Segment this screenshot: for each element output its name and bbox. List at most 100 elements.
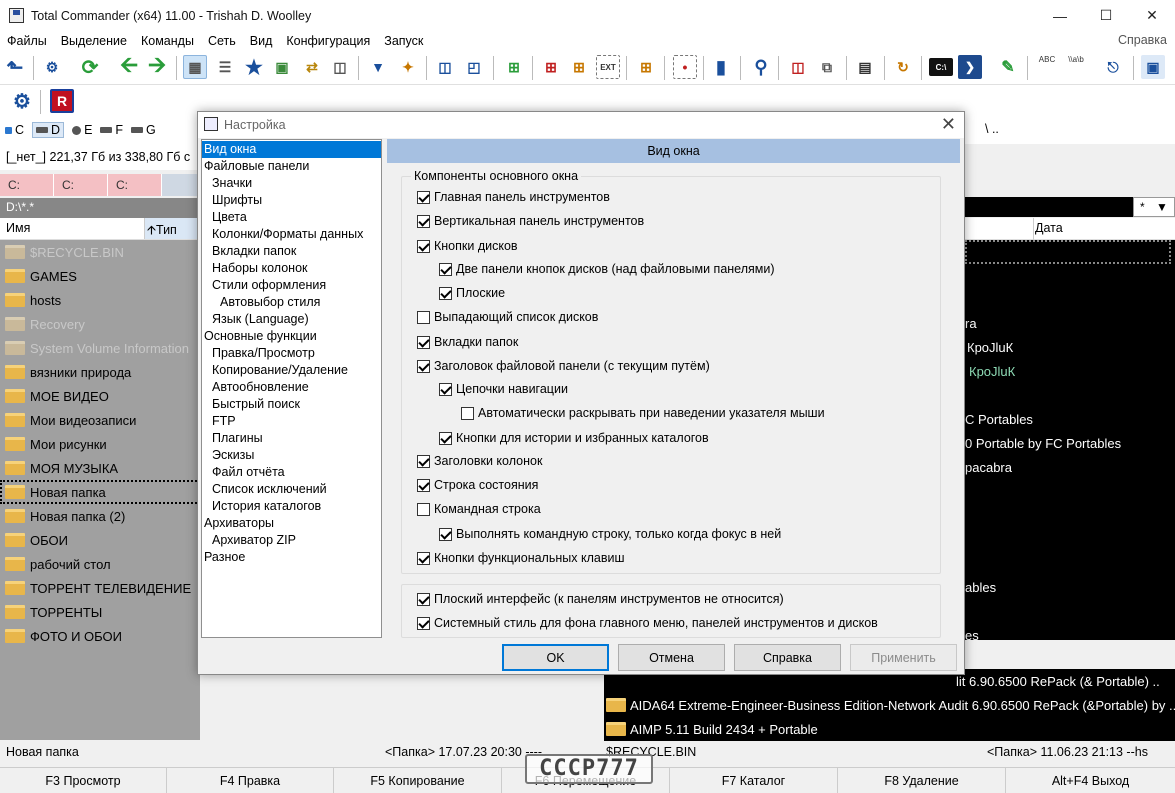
left-path-header[interactable]: D:\*.* bbox=[0, 198, 200, 218]
option-checkbox[interactable]: Заголовок файловой панели (с текущим пут… bbox=[417, 359, 710, 373]
r-app-icon[interactable]: R bbox=[50, 89, 74, 113]
nav-item[interactable]: Цвета bbox=[202, 209, 381, 226]
option-checkbox[interactable]: Выпадающий список дисков bbox=[417, 310, 598, 324]
file-row[interactable]: System Volume Information bbox=[0, 336, 200, 360]
nav-item[interactable]: Копирование/Удаление bbox=[202, 362, 381, 379]
nav-item[interactable]: Шрифты bbox=[202, 192, 381, 209]
option-checkbox[interactable]: Плоские bbox=[439, 286, 505, 300]
maximize-button[interactable]: ☐ bbox=[1083, 0, 1129, 31]
new-file-icon[interactable]: ⊞ bbox=[539, 55, 563, 79]
detailed-view-icon[interactable]: ☰ bbox=[213, 55, 237, 79]
drive-button-c[interactable]: C bbox=[5, 123, 24, 137]
file-row[interactable]: Новая папка bbox=[0, 480, 200, 504]
column-name-header[interactable]: Имя bbox=[0, 218, 145, 239]
notepad-icon[interactable]: ✎ bbox=[996, 55, 1020, 79]
file-row[interactable]: ТОРРЕНТЫ bbox=[0, 600, 200, 624]
option-checkbox[interactable]: Строка состояния bbox=[417, 478, 538, 492]
file-row[interactable]: МОЯ МУЗЫКА bbox=[0, 456, 200, 480]
ext-icon[interactable]: EXT bbox=[596, 55, 620, 79]
right-breadcrumb-nav[interactable]: \ .. bbox=[965, 116, 1175, 144]
file-row-partial[interactable]: 0 Portable by FC Portables bbox=[965, 432, 1121, 456]
file-row-partial[interactable]: ables bbox=[965, 576, 996, 600]
folder-tab[interactable]: C: bbox=[108, 174, 162, 196]
cancel-button[interactable]: Отмена bbox=[618, 644, 725, 671]
folder-tab[interactable]: C: bbox=[0, 174, 54, 196]
option-checkbox[interactable]: Плоский интерфейс (к панелям инструменто… bbox=[417, 592, 784, 606]
favorites-icon[interactable]: ★ bbox=[242, 55, 266, 79]
close-button[interactable]: ✕ bbox=[1129, 0, 1175, 31]
option-checkbox[interactable]: Автоматически раскрывать при наведении у… bbox=[461, 406, 825, 420]
sync-icon[interactable]: ⇄ bbox=[300, 55, 324, 79]
option-checkbox[interactable]: Вертикальная панель инструментов bbox=[417, 214, 644, 228]
settings-icon[interactable]: ⚙ bbox=[40, 55, 64, 79]
nav-item[interactable]: Вид окна bbox=[202, 141, 381, 158]
nav-item[interactable]: Архиватор ZIP bbox=[202, 532, 381, 549]
file-row-partial[interactable]: pacabra bbox=[965, 456, 1012, 480]
search-icon[interactable]: ⚲ bbox=[749, 55, 773, 79]
file-row[interactable]: ФОТО И ОБОИ bbox=[0, 624, 200, 648]
file-row[interactable]: Мои рисунки bbox=[0, 432, 200, 456]
powershell-icon[interactable]: ❯ bbox=[958, 55, 982, 79]
nav-item[interactable]: FTP bbox=[202, 413, 381, 430]
nav-item[interactable]: Вкладки папок bbox=[202, 243, 381, 260]
panel-maximize-icon[interactable]: ◰ bbox=[462, 55, 486, 79]
nav-item[interactable]: Наборы колонок bbox=[202, 260, 381, 277]
menu-help[interactable]: Справка bbox=[1118, 33, 1167, 47]
right-file-list-bottom[interactable]: lit 6.90.6500 RePack (& Portable) .. AIDA… bbox=[604, 669, 1175, 741]
refresh-icon[interactable]: ⟳ bbox=[78, 55, 102, 79]
nav-item[interactable]: Быстрый поиск bbox=[202, 396, 381, 413]
option-checkbox[interactable]: Главная панель инструментов bbox=[417, 190, 610, 204]
back-icon[interactable]: ⬑ bbox=[3, 55, 27, 79]
minimize-button[interactable]: — bbox=[1037, 0, 1083, 31]
ok-button[interactable]: OK bbox=[502, 644, 609, 671]
view-file-icon[interactable]: ▤ bbox=[853, 55, 877, 79]
right-file-list[interactable]: ra КроJluК КроJluК C Portables 0 Portable by… bbox=[965, 240, 1175, 640]
file-row[interactable]: GAMES bbox=[0, 264, 200, 288]
file-row[interactable]: ТОРРЕНТ ТЕЛЕВИДЕНИЕ bbox=[0, 576, 200, 600]
nav-item[interactable]: Значки bbox=[202, 175, 381, 192]
new-folder-from-icon[interactable]: ⊞ bbox=[567, 55, 591, 79]
file-row-partial[interactable]: КроJluК bbox=[967, 336, 1013, 360]
arrow-right-icon[interactable]: 🡪 bbox=[145, 52, 169, 79]
nav-item[interactable]: Эскизы bbox=[202, 447, 381, 464]
chart-icon[interactable]: ▮ bbox=[709, 55, 733, 79]
apply-button[interactable]: Применить bbox=[850, 644, 957, 671]
file-row[interactable]: Новая папка (2) bbox=[0, 504, 200, 528]
file-row[interactable]: ОБОИ bbox=[0, 528, 200, 552]
menu-commands[interactable]: Команды bbox=[134, 34, 201, 48]
column-date-header[interactable]: Дата bbox=[1033, 221, 1063, 235]
nav-item[interactable]: Список исключений bbox=[202, 481, 381, 498]
f5-copy-button[interactable]: F5 Копирование bbox=[334, 768, 502, 793]
nav-item[interactable]: Основные функции bbox=[202, 328, 381, 345]
menu-net[interactable]: Сеть bbox=[201, 34, 243, 48]
file-row-partial[interactable]: es bbox=[965, 624, 979, 640]
option-checkbox[interactable]: Кнопки дисков bbox=[417, 239, 518, 253]
drive-button-e[interactable]: E bbox=[72, 123, 92, 137]
nav-item[interactable]: Автообновление bbox=[202, 379, 381, 396]
abc-icon[interactable]: ABC bbox=[1035, 55, 1059, 79]
nav-item[interactable]: Автовыбор стиля bbox=[202, 294, 381, 311]
file-row[interactable]: lit 6.90.6500 RePack (& Portable) .. bbox=[956, 669, 1160, 693]
alt-f4-exit-button[interactable]: Alt+F4 Выход bbox=[1006, 768, 1175, 793]
option-checkbox[interactable]: Командная строка bbox=[417, 502, 541, 516]
filter-icon[interactable]: ▼ bbox=[366, 55, 390, 79]
option-checkbox[interactable]: Две панели кнопок дисков (над файловыми … bbox=[439, 262, 775, 276]
nav-item[interactable]: Файловые панели bbox=[202, 158, 381, 175]
option-checkbox[interactable]: Выполнять командную строку, только когда… bbox=[439, 527, 781, 541]
invert-icon[interactable]: • bbox=[673, 55, 697, 79]
wizard-icon[interactable]: ✦ bbox=[396, 55, 420, 79]
file-row[interactable]: Recovery bbox=[0, 312, 200, 336]
nav-item[interactable]: История каталогов bbox=[202, 498, 381, 515]
nav-item[interactable]: Архиваторы bbox=[202, 515, 381, 532]
multi-rename-icon[interactable]: ◫ bbox=[786, 55, 810, 79]
menu-mark[interactable]: Выделение bbox=[54, 34, 134, 48]
panel-icon[interactable]: ◫ bbox=[433, 55, 457, 79]
file-row[interactable]: рабочий стол bbox=[0, 552, 200, 576]
drive-button-d[interactable]: D bbox=[32, 122, 65, 138]
menu-files[interactable]: Файлы bbox=[0, 34, 54, 48]
file-row[interactable]: $RECYCLE.BIN bbox=[0, 240, 200, 264]
f7-mkdir-button[interactable]: F7 Каталог bbox=[670, 768, 838, 793]
exit-icon[interactable]: ⎋ bbox=[1101, 55, 1125, 79]
compare-icon[interactable]: ◫ bbox=[328, 55, 352, 79]
folder-tab[interactable]: C: bbox=[54, 174, 108, 196]
